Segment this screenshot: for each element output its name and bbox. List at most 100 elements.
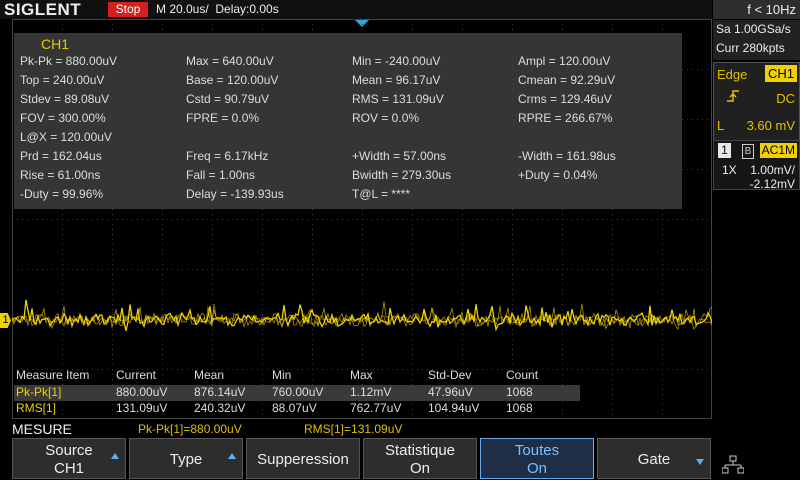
trigger-source: CH1 (764, 65, 797, 82)
measurement-value: Stdev = 89.08uV (20, 92, 110, 106)
measurement-value: Ampl = 120.00uV (518, 54, 611, 68)
measurement-value: FOV = 300.00% (20, 111, 106, 125)
statistics-cell: 1.12mV (350, 385, 392, 399)
statistics-column-header: Std-Dev (428, 368, 472, 382)
trigger-panel[interactable]: Edge CH1 DC L 3.60 mV (713, 62, 800, 152)
measurement-value: Delay = -139.93us (186, 187, 284, 201)
all-measure-softkey[interactable]: Toutes On (480, 438, 594, 479)
statistics-cell: 760.00uV (272, 385, 324, 399)
side-panel: Sa 1.00GSa/s Curr 280kpts Edge CH1 DC L … (713, 20, 800, 436)
measurement-value: Fall = 1.00ns (186, 168, 256, 182)
measurement-channel-title: CH1 (41, 36, 70, 52)
trigger-level: 3.60 mV (746, 118, 795, 133)
measurement-value: Bwidth = 279.30us (352, 168, 452, 182)
softkey-value: On (409, 460, 430, 477)
measurement-value: Mean = 96.17uV (352, 73, 441, 87)
measurement-value: +Duty = 0.04% (518, 168, 598, 182)
statistics-cell: 88.07uV (272, 401, 317, 415)
gate-softkey[interactable]: Gate (597, 438, 711, 479)
statistics-cell: 240.32uV (194, 401, 246, 415)
statistics-column-header: Measure Item (16, 368, 90, 382)
measurement-value: T@L = **** (352, 187, 411, 201)
sample-rate: Sa 1.00GSa/s (716, 22, 791, 36)
measurement-value: Min = -240.00uV (352, 54, 441, 68)
channel-1-trace-marker[interactable]: 1 (0, 313, 11, 328)
statistics-header: Measure Item Current Mean Min Max Std-Dev Coun… (14, 368, 580, 384)
volts-per-div: 1.00mV/ (750, 163, 795, 177)
statistics-row: RMS[1] 131.09uV 240.32uV 88.07uV 762.77uV 104… (14, 401, 580, 417)
measurement-value: FPRE = 0.0% (186, 111, 260, 125)
status-bar: SIGLENT Stop M 20.0us/ Delay:0.00s (0, 0, 712, 19)
softkey-label: Statistique (384, 442, 456, 459)
statistics-cell: 104.94uV (428, 401, 480, 415)
source-softkey[interactable]: Source CH1 (12, 438, 126, 479)
measurement-value: RMS = 131.09uV (352, 92, 444, 106)
suppression-softkey[interactable]: Supperession (246, 438, 360, 479)
rising-edge-icon (727, 90, 739, 102)
channel-number: 1 (718, 143, 731, 158)
softkey-label: Toutes (514, 442, 560, 459)
statistics-cell: 762.77uV (350, 401, 402, 415)
measurement-value: Cstd = 90.79uV (186, 92, 270, 106)
statistics-cell: RMS[1] (16, 401, 57, 415)
timebase-readout[interactable]: M 20.0us/ Delay:0.00s (156, 2, 279, 16)
measurement-value: RPRE = 266.67% (518, 111, 613, 125)
measurement-value: Cmean = 92.29uV (518, 73, 616, 87)
measure-summary-2: RMS[1]=131.09uV (304, 422, 403, 436)
down-arrow-icon (696, 459, 704, 465)
channel-coupling: AC1M (759, 143, 797, 158)
trigger-level-label: L (717, 118, 725, 133)
measurement-value: Rise = 61.00ns (20, 168, 101, 182)
statistics-row: Pk-Pk[1] 880.00uV 876.14uV 760.00uV 1.12mV 47… (14, 385, 580, 401)
softkey-label: Gate (637, 451, 671, 468)
measure-summary-1: Pk-Pk[1]=880.00uV (138, 422, 242, 436)
softkey-bar: Source CH1 Type Supperession Statistique… (0, 437, 800, 480)
measurement-value: L@X = 120.00uV (20, 130, 112, 144)
statistics-table: Measure Item Current Mean Min Max Std-Dev Coun… (14, 368, 594, 420)
trigger-type: Edge (717, 67, 748, 82)
measurement-panel: CH1 Pk-Pk = 880.00uV Max = 640.00uV Min = … (14, 33, 682, 209)
softkey-label: Source (45, 442, 93, 459)
menu-title-bar: MESURE Pk-Pk[1]=880.00uV RMS[1]=131.09uV (0, 421, 712, 437)
statistics-cell: 880.00uV (116, 385, 168, 399)
probe-attenuation: 1X (722, 163, 737, 177)
softkey-label: Type (169, 451, 203, 468)
trigger-coupling: DC (776, 91, 795, 106)
statistics-column-header: Mean (194, 368, 225, 382)
measurement-value: Crms = 129.46uV (518, 92, 612, 106)
statistics-cell: 47.96uV (428, 385, 473, 399)
measurement-value: Top = 240.00uV (20, 73, 105, 87)
measurement-value: ROV = 0.0% (352, 111, 420, 125)
statistics-column-header: Count (506, 368, 539, 382)
measurement-value: +Width = 57.00ns (352, 149, 447, 163)
measurement-value: -Duty = 99.96% (20, 187, 104, 201)
bandwidth-limit-icon: B (742, 144, 754, 159)
statistics-cell: 876.14uV (194, 385, 246, 399)
up-arrow-icon (228, 453, 236, 459)
channel-offset: -2.12mV (749, 177, 795, 191)
measurement-value: Freq = 6.17kHz (186, 149, 269, 163)
run-stop-indicator[interactable]: Stop (108, 2, 148, 17)
acquisition-info: Sa 1.00GSa/s Curr 280kpts (713, 20, 800, 60)
measurement-value: -Width = 161.98us (518, 149, 616, 163)
statistics-column-header: Max (350, 368, 373, 382)
statistics-softkey[interactable]: Statistique On (363, 438, 477, 479)
statistics-cell: 1068 (506, 385, 533, 399)
memory-depth: Curr 280kpts (716, 41, 785, 55)
statistics-cell: 131.09uV (116, 401, 168, 415)
statistics-cell: Pk-Pk[1] (16, 385, 62, 399)
frequency-counter: f < 10Hz (713, 0, 800, 19)
measurement-value: Max = 640.00uV (186, 54, 274, 68)
type-softkey[interactable]: Type (129, 438, 243, 479)
brand-logo: SIGLENT (4, 0, 82, 19)
up-arrow-icon (111, 453, 119, 459)
statistics-column-header: Current (116, 368, 157, 382)
channel-1-panel[interactable]: 1 B AC1M 1X 1.00mV/ -2.12mV (713, 140, 800, 191)
measurement-value: Prd = 162.04us (20, 149, 102, 163)
statistics-cell: 1068 (506, 401, 533, 415)
channel-scale: 1.00mV/ -2.12mV (750, 163, 795, 191)
softkey-value: CH1 (53, 460, 84, 477)
statistics-column-header: Min (272, 368, 292, 382)
network-icon (722, 455, 744, 474)
softkey-value: On (526, 460, 547, 477)
